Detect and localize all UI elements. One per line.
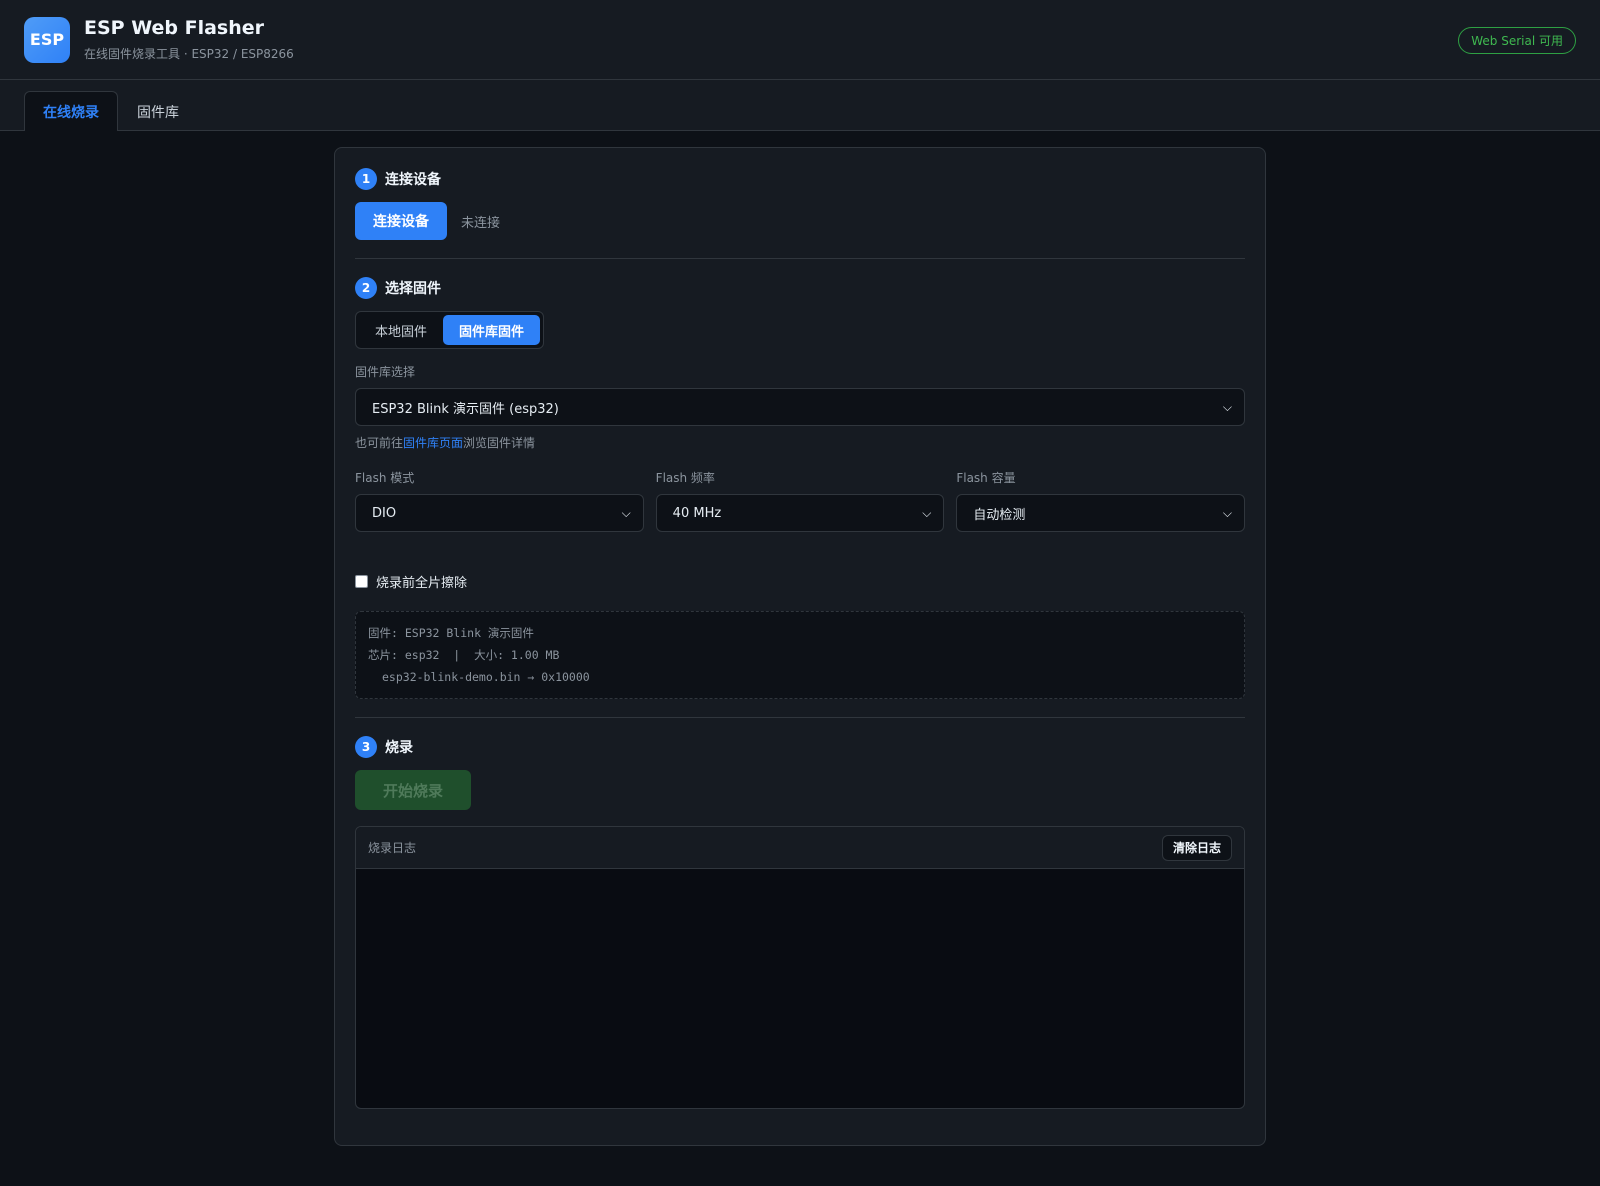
local-firmware-option[interactable]: 本地固件	[359, 315, 443, 345]
flash-freq-value: 40 MHz	[672, 505, 722, 521]
app-subtitle: 在线固件烧录工具 · ESP32 / ESP8266	[84, 47, 294, 61]
step3-number: 3	[355, 736, 377, 758]
step1-header: 1 连接设备	[355, 168, 1245, 190]
flash-freq-col: Flash 频率 40 MHz ⌵	[655, 469, 945, 532]
hint-suffix: 浏览固件详情	[463, 436, 536, 450]
firmware-library-select[interactable]: ESP32 Blink 演示固件 (esp32) ⌵	[355, 388, 1245, 426]
firmware-info-box: 固件: ESP32 Blink 演示固件 芯片: esp32 | 大小: 1.0…	[355, 611, 1245, 699]
flash-mode-label: Flash 模式	[355, 471, 415, 485]
flash-log-title: 烧录日志	[368, 841, 417, 855]
flash-freq-label: Flash 频率	[655, 471, 715, 485]
flash-log-panel: 烧录日志 清除日志	[355, 826, 1245, 1109]
flash-size-select[interactable]: 自动检测 ⌵	[956, 494, 1246, 532]
connect-device-button[interactable]: 连接设备	[355, 202, 447, 240]
divider	[355, 717, 1245, 718]
tab-online-flash[interactable]: 在线烧录	[24, 91, 118, 131]
step3-header: 3 烧录	[355, 736, 1245, 758]
firmware-info-file: esp32-blink-demo.bin → 0x10000	[382, 670, 590, 684]
library-hint: 也可前往固件库页面浏览固件详情	[355, 434, 1245, 451]
step3-title: 烧录	[385, 740, 413, 756]
main-tabs: 在线烧录 固件库	[0, 80, 1600, 131]
web-serial-status-badge: Web Serial 可用	[1458, 27, 1576, 54]
start-flash-button[interactable]: 开始烧录	[355, 770, 472, 810]
firmware-library-page-link[interactable]: 固件库页面	[403, 436, 463, 450]
flash-log-output	[356, 869, 1244, 1108]
flash-mode-col: Flash 模式 DIO ⌵	[355, 469, 644, 532]
flash-size-col: Flash 容量 自动检测 ⌵	[956, 469, 1246, 532]
erase-checkbox[interactable]	[355, 575, 368, 588]
step1-number: 1	[355, 168, 377, 190]
firmware-library-value: ESP32 Blink 演示固件 (esp32)	[372, 401, 559, 417]
firmware-source-toggle: 本地固件 固件库固件	[355, 311, 545, 349]
flash-freq-select[interactable]: 40 MHz ⌵	[655, 494, 945, 532]
connection-status: 未连接	[461, 215, 501, 231]
chevron-down-icon: ⌵	[621, 505, 631, 520]
step2-number: 2	[355, 277, 377, 299]
library-select-label: 固件库选择	[355, 365, 416, 379]
flash-log-header: 烧录日志 清除日志	[356, 827, 1244, 869]
flash-mode-value: DIO	[372, 505, 397, 521]
chevron-down-icon: ⌵	[922, 505, 932, 520]
chevron-down-icon: ⌵	[1222, 505, 1233, 520]
firmware-info-name: 固件: ESP32 Blink 演示固件	[368, 626, 534, 640]
firmware-info-chip-size: 芯片: esp32 | 大小: 1.00 MB	[368, 648, 560, 662]
step1-title: 连接设备	[385, 172, 441, 188]
divider	[355, 258, 1245, 259]
erase-label: 烧录前全片擦除	[376, 576, 468, 591]
title-wrap: ESP Web Flasher 在线固件烧录工具 · ESP32 / ESP82…	[84, 17, 294, 62]
tab-firmware-library[interactable]: 固件库	[118, 91, 198, 131]
flasher-card: 1 连接设备 连接设备 未连接 2 选择固件 本地固件 固件库固件 固件库选择 …	[334, 147, 1266, 1146]
step2-header: 2 选择固件	[355, 277, 1245, 299]
connect-row: 连接设备 未连接	[355, 202, 1245, 240]
flash-mode-select[interactable]: DIO ⌵	[355, 494, 644, 532]
flash-settings: Flash 模式 DIO ⌵ Flash 频率 40 MHz ⌵ Flash 容…	[355, 469, 1246, 532]
hint-prefix: 也可前往	[355, 436, 404, 450]
step2-title: 选择固件	[385, 281, 441, 297]
chevron-down-icon: ⌵	[1222, 399, 1232, 414]
flash-size-label: Flash 容量	[956, 471, 1016, 485]
app-title: ESP Web Flasher	[84, 17, 264, 39]
app-header: ESP ESP Web Flasher 在线固件烧录工具 · ESP32 / E…	[0, 0, 1600, 80]
clear-log-button[interactable]: 清除日志	[1161, 834, 1232, 861]
library-firmware-option[interactable]: 固件库固件	[443, 315, 541, 345]
flash-size-value: 自动检测	[973, 507, 1026, 523]
erase-option: 烧录前全片擦除	[355, 572, 1245, 591]
app-logo: ESP	[24, 16, 70, 63]
